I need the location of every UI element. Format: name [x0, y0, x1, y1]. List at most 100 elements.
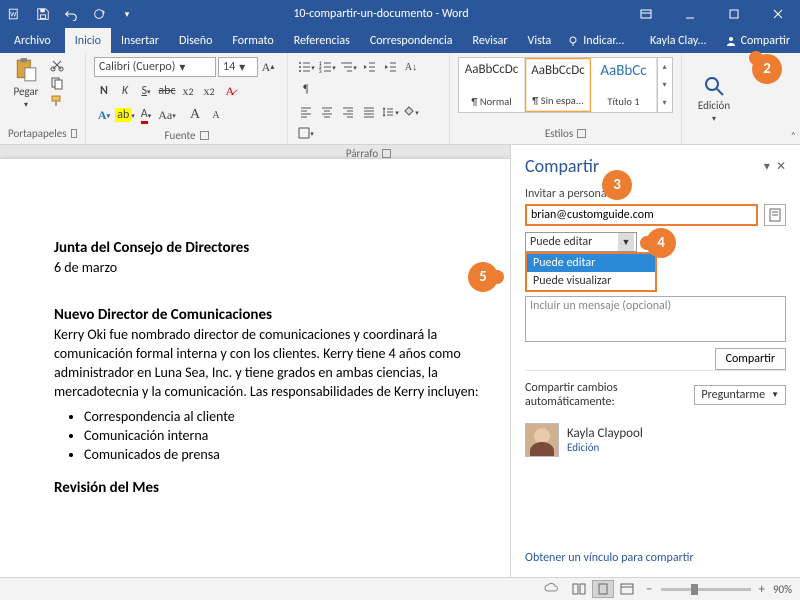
shading-icon[interactable]: ▾: [401, 102, 421, 122]
paragraph-dialog-launcher[interactable]: [382, 149, 391, 158]
font-color-icon[interactable]: A▾: [136, 105, 156, 125]
tab-design[interactable]: Diseño: [169, 28, 222, 53]
font-name-combo[interactable]: Calibri (Cuerpo)▾: [94, 57, 216, 77]
zoom-slider[interactable]: [661, 588, 751, 591]
strikethrough-button[interactable]: abc: [157, 81, 177, 101]
style-no-spacing[interactable]: AaBbCcDc ¶ Sin espa...: [525, 58, 591, 112]
invite-email-input[interactable]: [525, 204, 758, 226]
gallery-up-icon[interactable]: ▴: [658, 58, 671, 76]
styles-gallery[interactable]: AaBbCcDc ¶ Normal AaBbCcDc ¶ Sin espa...…: [458, 57, 673, 113]
permission-dropdown: Puede editar Puede visualizar: [525, 252, 657, 292]
maximize-icon[interactable]: [712, 0, 756, 28]
permission-option-edit[interactable]: Puede editar: [527, 254, 655, 272]
read-mode-icon[interactable]: [568, 580, 590, 598]
justify-icon[interactable]: [359, 102, 379, 122]
zoom-level[interactable]: 90%: [773, 583, 792, 596]
multilevel-icon[interactable]: ▾: [338, 57, 358, 77]
numbering-icon[interactable]: 123▾: [317, 57, 337, 77]
zoom-out-icon[interactable]: −: [646, 582, 652, 597]
tab-file[interactable]: Archivo: [0, 28, 65, 53]
clipboard-dialog-launcher[interactable]: [71, 129, 77, 138]
account-name[interactable]: Kayla Clay...: [642, 28, 715, 53]
style-normal[interactable]: AaBbCcDc ¶ Normal: [459, 58, 525, 112]
grow-font-icon[interactable]: A▴: [260, 57, 276, 77]
qat-customize-icon[interactable]: ▾: [116, 3, 138, 25]
collapse-ribbon-icon[interactable]: ˄: [791, 129, 796, 142]
redo-icon[interactable]: [88, 3, 110, 25]
style-heading1[interactable]: AaBbCc Título 1: [591, 58, 657, 112]
decrease-indent-icon[interactable]: [359, 57, 379, 77]
gallery-more-icon[interactable]: ▾: [658, 94, 671, 112]
tab-insert[interactable]: Insertar: [111, 28, 169, 53]
shrink-font-icon-2[interactable]: A: [206, 105, 226, 125]
chevron-down-icon[interactable]: ▼: [618, 233, 634, 251]
styles-dialog-launcher[interactable]: [577, 129, 586, 138]
shrink-font-icon[interactable]: A: [185, 105, 205, 125]
document-area[interactable]: Junta del Consejo de Directores 6 de mar…: [0, 145, 510, 577]
ribbon-display-icon[interactable]: [624, 0, 668, 28]
format-painter-icon[interactable]: [48, 93, 66, 109]
editing-menu[interactable]: Edición ▾: [698, 75, 730, 124]
font-dialog-launcher[interactable]: [200, 131, 209, 140]
align-right-icon[interactable]: [338, 102, 358, 122]
underline-button[interactable]: S▾: [136, 81, 156, 101]
tab-mailings[interactable]: Correspondencia: [360, 28, 463, 53]
increase-indent-icon[interactable]: [380, 57, 400, 77]
tab-review[interactable]: Revisar: [463, 28, 518, 53]
gallery-down-icon[interactable]: ▾: [658, 76, 671, 94]
borders-icon[interactable]: ▾: [296, 123, 316, 143]
undo-icon[interactable]: [60, 3, 82, 25]
doc-heading-2: Nuevo Director de Comunicaciones: [54, 306, 486, 324]
highlight-icon[interactable]: ab▾: [115, 105, 135, 125]
share-message-input[interactable]: Incluir un mensaje (opcional): [525, 296, 786, 342]
svg-text:3: 3: [319, 69, 322, 74]
tell-me-search[interactable]: Indicar...: [561, 28, 630, 53]
bold-button[interactable]: N: [94, 81, 114, 101]
permission-combo[interactable]: Puede editar ▼ Puede editar Puede visual…: [525, 232, 637, 252]
tab-home[interactable]: Inicio: [65, 28, 111, 53]
cut-icon[interactable]: [48, 57, 66, 73]
close-icon[interactable]: [756, 0, 800, 28]
callout-2: 2: [752, 54, 782, 84]
zoom-in-icon[interactable]: +: [759, 582, 765, 597]
share-pane-title: Compartir: [525, 155, 599, 177]
italic-button[interactable]: K: [115, 81, 135, 101]
bullets-icon[interactable]: ▾: [296, 57, 316, 77]
cloud-status-icon[interactable]: [544, 582, 560, 597]
change-case-icon[interactable]: Aa▾: [157, 105, 177, 125]
auto-share-combo[interactable]: Preguntarme▼: [694, 385, 786, 405]
font-size-combo[interactable]: 14▾: [218, 57, 258, 77]
pane-options-icon[interactable]: ▾: [764, 159, 770, 174]
get-share-link[interactable]: Obtener un vínculo para compartir: [525, 551, 694, 565]
callout-4: 4: [646, 228, 676, 258]
tell-me-label: Indicar...: [583, 34, 624, 48]
copy-icon[interactable]: [48, 75, 66, 91]
line-spacing-icon[interactable]: ▾: [380, 102, 400, 122]
show-marks-icon[interactable]: ¶: [296, 78, 316, 98]
paste-button[interactable]: Pegar ▾: [8, 57, 44, 127]
lightbulb-icon: [567, 35, 579, 47]
person-role: Edición: [567, 441, 643, 454]
address-book-icon[interactable]: [764, 204, 786, 226]
share-button[interactable]: Compartir: [715, 28, 800, 53]
permission-option-view[interactable]: Puede visualizar: [527, 272, 655, 290]
pane-close-icon[interactable]: ✕: [776, 159, 786, 174]
save-icon[interactable]: [32, 3, 54, 25]
share-submit-button[interactable]: Compartir: [715, 348, 786, 370]
align-center-icon[interactable]: [317, 102, 337, 122]
tab-references[interactable]: Referencias: [284, 28, 360, 53]
superscript-button[interactable]: x2: [199, 81, 219, 101]
clear-format-icon[interactable]: A̷: [220, 81, 240, 101]
web-layout-icon[interactable]: [616, 580, 638, 598]
person-share-icon: [725, 35, 737, 47]
align-left-icon[interactable]: [296, 102, 316, 122]
sort-icon[interactable]: A↓: [401, 57, 421, 77]
tab-layout[interactable]: Formato: [222, 28, 283, 53]
text-effects-icon[interactable]: A▾: [94, 105, 114, 125]
tab-view[interactable]: Vista: [518, 28, 562, 53]
word-app-icon: W: [4, 3, 26, 25]
group-clipboard-label: Portapapeles: [8, 127, 67, 140]
subscript-button[interactable]: x2: [178, 81, 198, 101]
print-layout-icon[interactable]: [592, 580, 614, 598]
minimize-icon[interactable]: [668, 0, 712, 28]
